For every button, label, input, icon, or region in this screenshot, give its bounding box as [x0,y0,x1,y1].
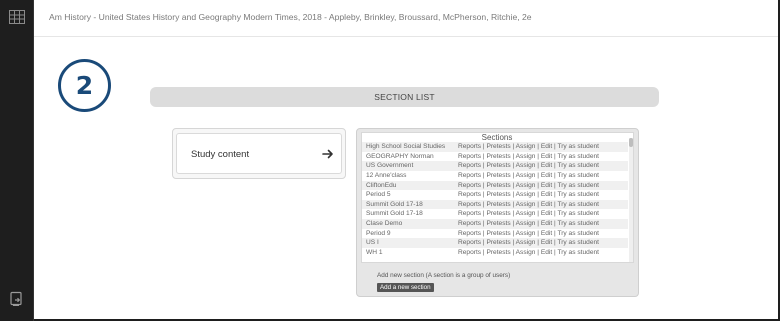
section-row: Clase Demo Reports | Pretests | Assign | … [362,219,628,229]
left-toolbar [0,0,34,321]
section-actions[interactable]: Reports | Pretests | Assign | Edit | Try… [458,153,599,160]
section-list-title: SECTION LIST [374,92,435,102]
section-row: High School Social Studies Reports | Pret… [362,142,628,152]
add-section-note: Add new section (A section is a group of… [377,272,511,279]
step-number: 2 [75,71,94,100]
study-content-label: Study content [191,149,250,160]
section-row: Summit Gold 17-18 Reports | Pretests | As… [362,199,628,210]
section-name: US I [366,239,379,247]
scrollbar-thumb[interactable] [629,138,633,147]
section-list-header: SECTION LIST [150,87,659,107]
top-bar: Am History - United States History and G… [34,0,778,37]
main-area: Am History - United States History and G… [34,0,778,321]
section-name: High School Social Studies [366,143,446,150]
section-actions[interactable]: Reports | Pretests | Assign | Edit | Try… [458,220,599,227]
section-actions[interactable]: Reports | Pretests | Assign | Edit | Try… [458,143,599,150]
section-actions[interactable]: Reports | Pretests | Assign | Edit | Try… [458,182,599,189]
section-actions[interactable]: Reports | Pretests | Assign | Edit | Try… [458,172,599,179]
sections-heading: Sections [481,133,513,142]
section-row: Period 5 Reports | Pretests | Assign | Ed… [362,190,628,200]
section-name: Period 5 [366,191,391,199]
arrow-right-icon [322,147,334,159]
section-row: CliftonEdu Reports | Pretests | Assign | … [362,180,628,191]
section-name: 12 Anne'class [366,171,407,179]
section-name: Clase Demo [366,220,403,228]
add-section-button[interactable]: Add a new section [377,283,434,292]
section-row: Summit Gold 17-18 Reports | Pretests | As… [362,209,628,219]
sections-scrollbar[interactable] [629,138,633,262]
section-row: US Government Reports | Pretests | Assign… [362,161,628,171]
section-actions[interactable]: Reports | Pretests | Assign | Edit | Try… [458,239,599,246]
section-actions[interactable]: Reports | Pretests | Assign | Edit | Try… [458,201,599,208]
study-content-card: Study content [172,128,346,179]
section-row: WH 1 Reports | Pretests | Assign | Edit |… [362,248,628,258]
section-actions[interactable]: Reports | Pretests | Assign | Edit | Try… [458,210,599,217]
section-actions[interactable]: Reports | Pretests | Assign | Edit | Try… [458,249,599,256]
step-badge: 2 [58,59,111,112]
section-actions[interactable]: Reports | Pretests | Assign | Edit | Try… [458,191,599,198]
study-content-button[interactable]: Study content [176,133,342,174]
section-row: GEOGRAPHY Norman Reports | Pretests | Ass… [362,152,628,162]
section-row: US I Reports | Pretests | Assign | Edit |… [362,238,628,249]
section-name: Summit Gold 17-18 [366,210,423,218]
section-row: Period 9 Reports | Pretests | Assign | Ed… [362,229,628,239]
book-title: Am History - United States History and G… [49,12,532,22]
sections-panel: Sections High School Social Studies Repor… [356,128,639,297]
section-name: GEOGRAPHY Norman [366,152,434,160]
sections-rows: High School Social Studies Reports | Pret… [362,142,628,258]
section-actions[interactable]: Reports | Pretests | Assign | Edit | Try… [458,230,599,237]
section-row: 12 Anne'class Reports | Pretests | Assign… [362,171,628,181]
grid-icon[interactable] [9,10,25,24]
section-name: WH 1 [366,249,383,257]
exit-icon[interactable] [9,291,25,307]
section-actions[interactable]: Reports | Pretests | Assign | Edit | Try… [458,162,599,169]
app-frame: Am History - United States History and G… [0,0,780,321]
section-name: CliftonEdu [366,181,397,189]
section-name: US Government [366,162,414,170]
section-name: Period 9 [366,229,391,237]
section-name: Summit Gold 17-18 [366,200,423,208]
sections-list-box: Sections High School Social Studies Repor… [361,132,634,263]
